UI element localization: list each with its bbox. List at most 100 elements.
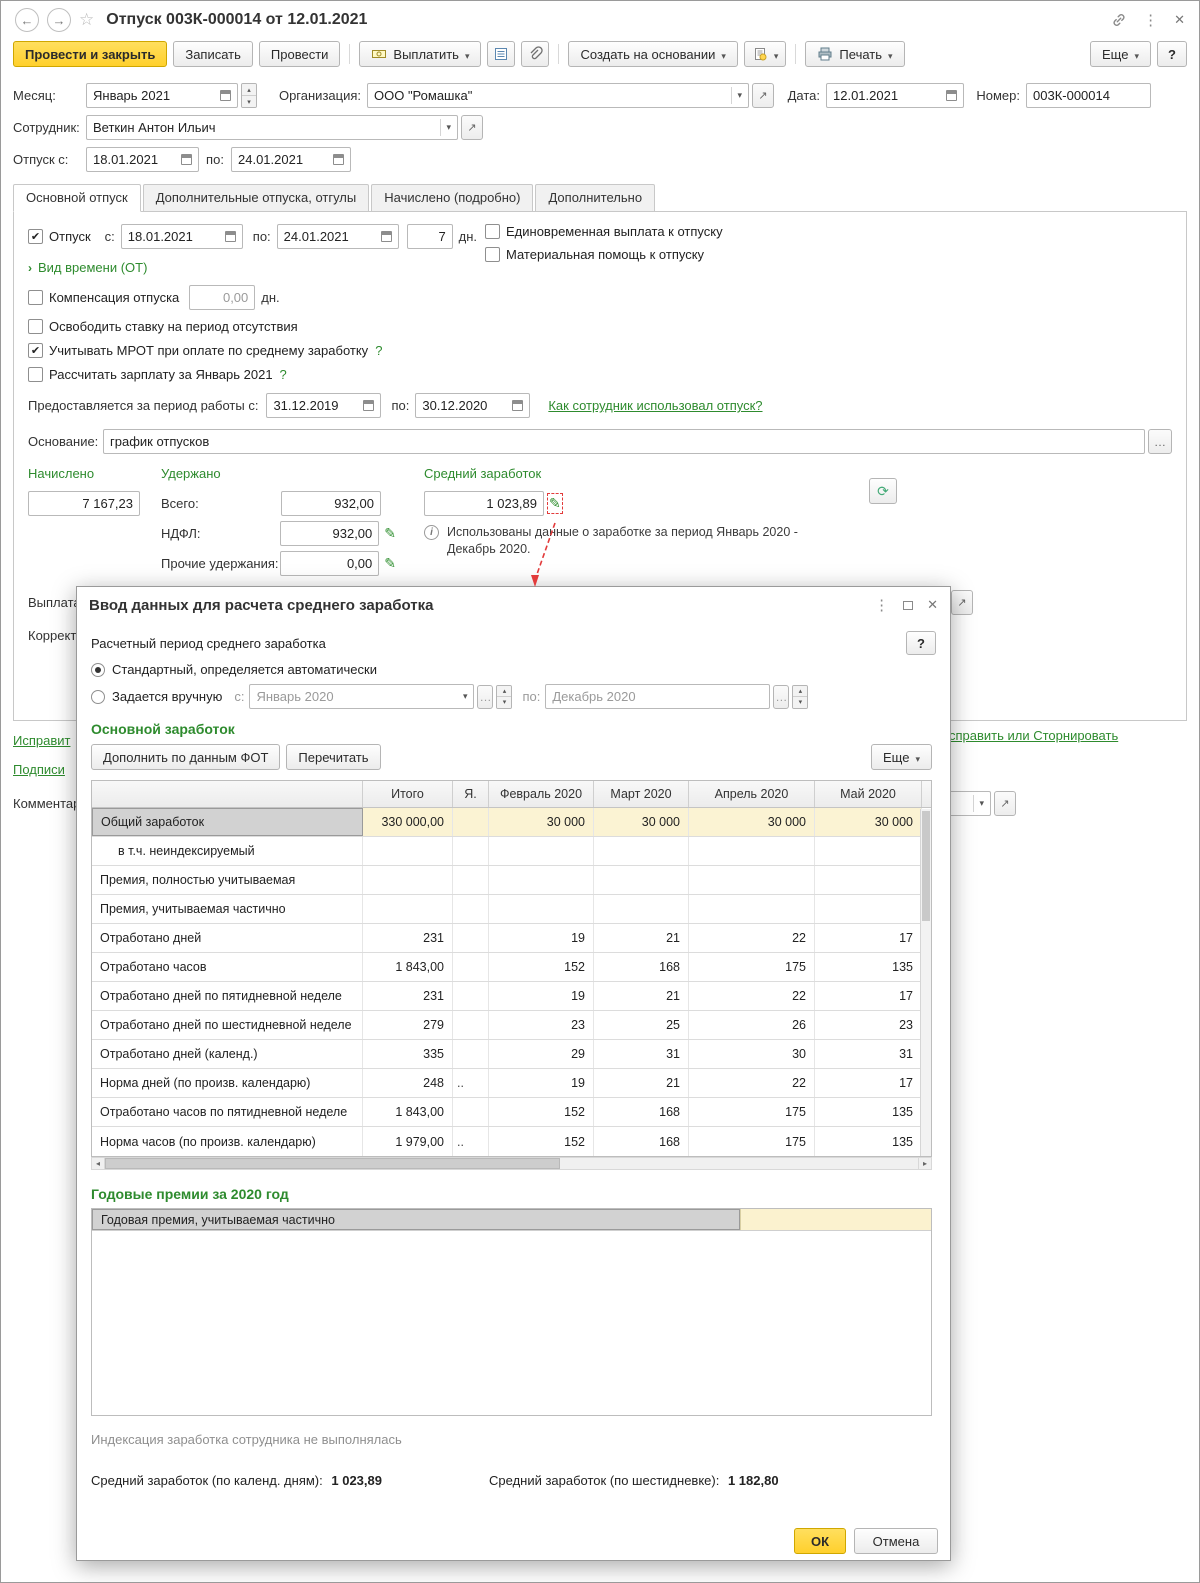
close-icon[interactable] [1174, 12, 1185, 28]
value-cell[interactable]: 248 [363, 1069, 453, 1097]
manual-from-stepper[interactable] [496, 684, 513, 709]
table-row[interactable]: Отработано дней по пятидневной неделе 231… [92, 982, 922, 1011]
manual-from-field[interactable]: Январь 2020 [249, 684, 475, 709]
row-label-cell[interactable]: Отработано часов [92, 953, 363, 981]
manual-from-select-button[interactable] [477, 684, 494, 709]
value-cell[interactable]: 21 [594, 982, 689, 1010]
print-button[interactable]: Печать [805, 41, 905, 67]
annual-bonus-value-cell[interactable] [740, 1209, 931, 1230]
annual-bonus-row[interactable]: Годовая премия, учитываемая частично [92, 1209, 931, 1231]
value-cell[interactable]: .. [453, 1127, 489, 1156]
dialog-kebab-menu-icon[interactable] [874, 596, 889, 614]
row-label-cell[interactable]: Отработано дней (календ.) [92, 1040, 363, 1068]
lump-sum-checkbox[interactable] [485, 224, 500, 239]
fix-document-link[interactable]: Исправит [13, 733, 70, 748]
standard-period-radio[interactable] [91, 662, 105, 677]
manual-to-stepper[interactable] [792, 684, 809, 709]
table-row[interactable]: в т.ч. неиндексируемый [92, 837, 922, 866]
value-cell[interactable] [453, 895, 489, 923]
tab-1[interactable]: Дополнительные отпуска, отгулы [142, 184, 370, 212]
table-row[interactable]: Отработано дней (календ.) 335 29 31 30 31 [92, 1040, 922, 1069]
horizontal-scrollbar[interactable] [91, 1157, 932, 1170]
pencil-icon[interactable] [384, 555, 396, 572]
row-label-cell[interactable]: Отработано часов по пятидневной неделе [92, 1098, 363, 1126]
value-cell[interactable]: 231 [363, 924, 453, 952]
value-cell[interactable] [594, 837, 689, 865]
total-field[interactable]: 932,00 [281, 491, 381, 516]
calendar-icon[interactable] [333, 154, 344, 165]
employee-field[interactable]: Веткин Антон Ильич [86, 115, 458, 140]
dialog-more-button[interactable]: Еще [871, 744, 932, 770]
favorite-star-icon[interactable] [79, 10, 94, 30]
payout-open-button[interactable] [951, 590, 973, 615]
time-kind-group-link[interactable]: Вид времени (ОТ) [38, 260, 147, 275]
value-cell[interactable] [453, 1040, 489, 1068]
work-period-from-field[interactable]: 31.12.2019 [266, 393, 382, 418]
value-cell[interactable]: 19 [489, 1069, 594, 1097]
cancel-button[interactable]: Отмена [854, 1528, 938, 1554]
value-cell[interactable] [453, 1011, 489, 1039]
compensation-checkbox[interactable] [28, 290, 43, 305]
value-cell[interactable]: 30 000 [489, 808, 594, 836]
column-header[interactable]: Я. [453, 781, 489, 807]
number-field[interactable]: 003К-000014 [1026, 83, 1151, 108]
horizontal-scrollbar-thumb[interactable] [105, 1158, 561, 1169]
value-cell[interactable]: 175 [689, 1098, 815, 1126]
value-cell[interactable]: 135 [815, 1127, 922, 1156]
ok-button[interactable]: ОК [794, 1528, 846, 1554]
row-label-cell[interactable]: Отработано дней по шестидневной неделе [92, 1011, 363, 1039]
other-deductions-field[interactable]: 0,00 [279, 551, 380, 576]
row-label-cell[interactable]: в т.ч. неиндексируемый [92, 837, 363, 865]
value-cell[interactable]: 135 [815, 1098, 922, 1126]
dropdown-caret-icon[interactable] [731, 87, 742, 104]
help-button[interactable]: ? [1157, 41, 1187, 67]
value-cell[interactable]: 30 000 [815, 808, 922, 836]
column-header[interactable]: Апрель 2020 [689, 781, 815, 807]
create-based-on-button[interactable]: Создать на основании [568, 41, 738, 67]
value-cell[interactable] [489, 895, 594, 923]
work-period-to-field[interactable]: 30.12.2020 [415, 393, 531, 418]
table-row[interactable]: Премия, полностью учитываемая [92, 866, 922, 895]
calendar-icon[interactable] [224, 231, 236, 242]
value-cell[interactable]: 22 [689, 1069, 815, 1097]
report-list-button[interactable] [487, 41, 516, 67]
employee-open-button[interactable] [461, 115, 483, 140]
value-cell[interactable] [815, 895, 922, 923]
tab-0[interactable]: Основной отпуск [13, 184, 141, 212]
write-button[interactable]: Записать [173, 41, 253, 67]
organization-open-button[interactable] [752, 83, 774, 108]
value-cell[interactable]: 31 [815, 1040, 922, 1068]
column-header[interactable]: Итого [363, 781, 453, 807]
calc-salary-help-link[interactable] [280, 367, 287, 382]
pay-button[interactable]: Выплатить [359, 41, 482, 67]
calc-salary-checkbox[interactable] [28, 367, 43, 382]
value-cell[interactable]: 175 [689, 1127, 815, 1156]
vertical-scrollbar-thumb[interactable] [922, 811, 930, 921]
value-cell[interactable] [815, 866, 922, 894]
value-cell[interactable]: 17 [815, 982, 922, 1010]
signatures-link[interactable]: Подписи [13, 762, 65, 777]
vacation-from-field-inner[interactable]: 18.01.2021 [120, 224, 243, 249]
dropdown-caret-icon[interactable] [440, 119, 451, 136]
compensation-days-field[interactable]: 0,00 [189, 285, 256, 310]
value-cell[interactable] [453, 866, 489, 894]
vacation-checkbox[interactable] [28, 229, 43, 244]
value-cell[interactable] [689, 837, 815, 865]
annual-bonus-row-label[interactable]: Годовая премия, учитываемая частично [92, 1209, 740, 1230]
value-cell[interactable]: 135 [815, 953, 922, 981]
organization-field[interactable]: ООО "Ромашка" [367, 83, 749, 108]
value-cell[interactable] [453, 808, 489, 836]
tab-2[interactable]: Начислено (подробно) [371, 184, 534, 212]
value-cell[interactable]: 152 [489, 953, 594, 981]
vacation-to-field[interactable]: 24.01.2021 [231, 147, 351, 172]
value-cell[interactable] [815, 837, 922, 865]
vertical-scrollbar[interactable] [920, 809, 931, 1156]
month-stepper[interactable] [241, 83, 257, 108]
chevron-right-icon[interactable] [28, 261, 32, 275]
vacation-from-field[interactable]: 18.01.2021 [86, 147, 199, 172]
value-cell[interactable] [453, 982, 489, 1010]
manual-to-field[interactable]: Декабрь 2020 [545, 684, 771, 709]
row-label-cell[interactable]: Норма часов (по произв. календарю) [92, 1127, 363, 1156]
value-cell[interactable] [363, 895, 453, 923]
value-cell[interactable] [453, 953, 489, 981]
